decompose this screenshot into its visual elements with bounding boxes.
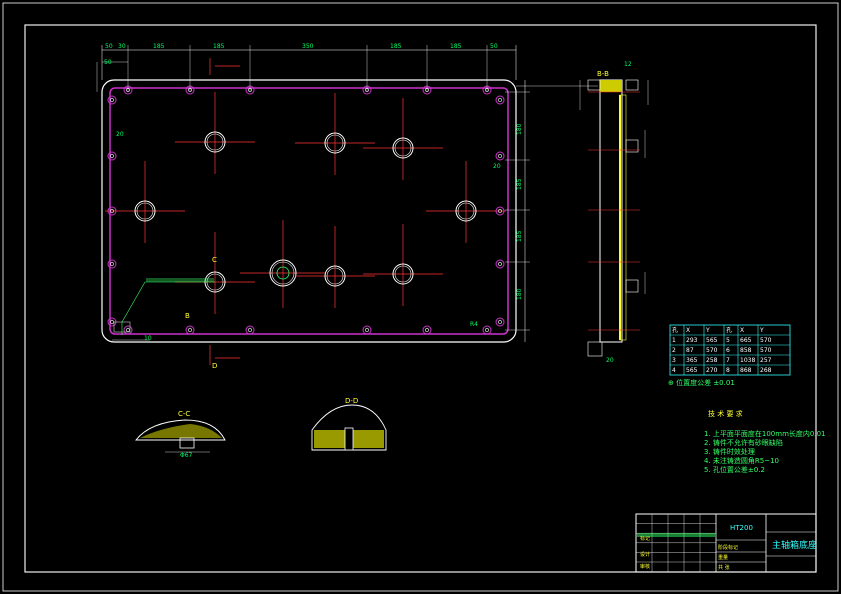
coord-cell: 665	[740, 337, 752, 344]
coord-cell: 858	[740, 347, 752, 354]
inner-frame	[24, 24, 817, 573]
section-dd-label: D-D	[345, 397, 358, 405]
coord-cell: X	[740, 327, 744, 334]
dim-top-1: 30	[118, 43, 126, 50]
dim-top-4: 350	[302, 43, 314, 50]
coord-cell: 570	[706, 347, 718, 354]
dim-top-6: 185	[450, 43, 462, 50]
tech-req-item-3: 3. 铸件时效处理	[704, 447, 755, 456]
tolerance-note: ⊕ 位置度公差 ±0.01	[668, 378, 735, 387]
bolt-hole	[107, 151, 117, 161]
coord-cell: 3	[672, 357, 676, 364]
tech-requirements: 技 术 要 求 1. 上平面平面度在100mm长度内0.01 2. 铸件不允许有…	[704, 409, 826, 474]
dim-top-3: 185	[213, 43, 225, 50]
tb-row2: 阶段标记	[718, 544, 738, 551]
coord-cell: 8	[726, 367, 730, 374]
bolt-hole	[123, 325, 133, 335]
bolt-hole	[495, 95, 505, 105]
title-part-name: 主轴箱底座	[772, 539, 817, 551]
dim-bottom-0: 10	[144, 335, 152, 342]
tb-row3: 共 张	[718, 564, 730, 571]
coord-cell: 293	[686, 337, 698, 344]
bolt-hole	[362, 325, 372, 335]
coord-cell: 570	[760, 337, 772, 344]
bolt-hole	[495, 317, 505, 327]
section-bb-label: B-B	[597, 70, 609, 78]
coord-cell: X	[686, 327, 690, 334]
bolt-hole	[495, 151, 505, 161]
coord-cell: 258	[706, 357, 718, 364]
coord-cell: 1	[672, 337, 676, 344]
coord-cell: 268	[760, 367, 772, 374]
tb-row1: 标记	[640, 535, 650, 542]
bolt-hole	[422, 325, 432, 335]
tb-row-design: 设计	[640, 551, 650, 558]
tech-req-item-1: 1. 上平面平面度在100mm长度内0.01	[704, 429, 826, 438]
bolt-hole	[245, 325, 255, 335]
tech-req-item-2: 2. 铸件不允许有砂眼缺陷	[704, 438, 783, 447]
coord-cell: 868	[740, 367, 752, 374]
title-material: HT200	[730, 524, 753, 532]
section-dd: D-D	[311, 397, 387, 451]
bolt-hole	[482, 325, 492, 335]
dim-top-0: 50	[105, 43, 113, 50]
bolt-hole	[185, 325, 195, 335]
coord-cell: 4	[672, 367, 676, 374]
section-cc: C-C Φ67	[135, 410, 226, 459]
bolt-hole	[107, 95, 117, 105]
title-block: HT200 主轴箱底座 阶段标记 重量 共 张 标记 设计 审核	[635, 513, 817, 573]
coord-cell: 孔	[672, 326, 678, 334]
coord-cell: 孔	[726, 326, 732, 334]
dim-top-7: 50	[490, 43, 498, 50]
top-dimensions: 50 30 185 185 350 185 185 50	[101, 43, 517, 92]
coord-cell: Y	[705, 327, 710, 334]
coord-cell: 6	[726, 347, 730, 354]
tech-req-title: 技 术 要 求	[708, 409, 743, 418]
dim-right-1: 20	[493, 163, 501, 170]
coord-cell: 565	[686, 367, 698, 374]
dim-left-1: 20	[116, 131, 124, 138]
dim-side-0: 12	[624, 61, 632, 68]
dim-right-3: 185	[516, 230, 523, 242]
marker-d: D	[212, 362, 217, 370]
bolt-hole	[495, 259, 505, 269]
dim-top-2: 185	[153, 43, 165, 50]
tb-row2b: 重量	[718, 554, 728, 561]
coord-cell: 7	[726, 357, 730, 364]
marker-c: C	[212, 256, 217, 264]
dim-right-2: 185	[516, 178, 523, 190]
cad-drawing: 50 30 185 185 350 185 185 50 50 20 180 2…	[2, 2, 839, 592]
coord-cell: 1038	[740, 357, 755, 364]
coord-cell: 5	[726, 337, 730, 344]
coord-cell: 570	[760, 347, 772, 354]
bolt-hole	[107, 259, 117, 269]
dim-cc: Φ67	[180, 452, 193, 459]
coord-cell: Y	[759, 327, 764, 334]
coord-cell: 87	[686, 347, 694, 354]
outer-frame	[2, 2, 839, 592]
plan-view	[101, 58, 517, 365]
dim-left-0: 50	[104, 59, 112, 66]
dim-right-0: 180	[516, 123, 523, 135]
dim-top-5: 185	[390, 43, 402, 50]
dim-side-1: 20	[606, 357, 614, 364]
drawing-canvas: 50 30 185 185 350 185 185 50 50 20 180 2…	[0, 0, 841, 594]
coord-cell: 270	[706, 367, 718, 374]
section-cc-label: C-C	[178, 410, 190, 418]
tech-req-item-4: 4. 未注铸造圆角R5~10	[704, 456, 779, 465]
dim-bottom-1: R4	[470, 321, 478, 328]
marker-b: B	[185, 312, 190, 320]
coordinate-table: 孔 X Y 孔 X Y1 293 565 5 665 5702 87 570 6 858 5703 365 258…	[669, 324, 791, 376]
coord-cell: 2	[672, 347, 676, 354]
dim-right-4: 180	[516, 288, 523, 300]
tech-req-item-5: 5. 孔位置公差±0.2	[704, 465, 765, 474]
side-view-bb: B-B 12 20	[516, 61, 649, 364]
coord-cell: 257	[760, 357, 772, 364]
tb-row-review: 审核	[640, 563, 650, 570]
coord-cell: 365	[686, 357, 698, 364]
coord-cell: 565	[706, 337, 718, 344]
